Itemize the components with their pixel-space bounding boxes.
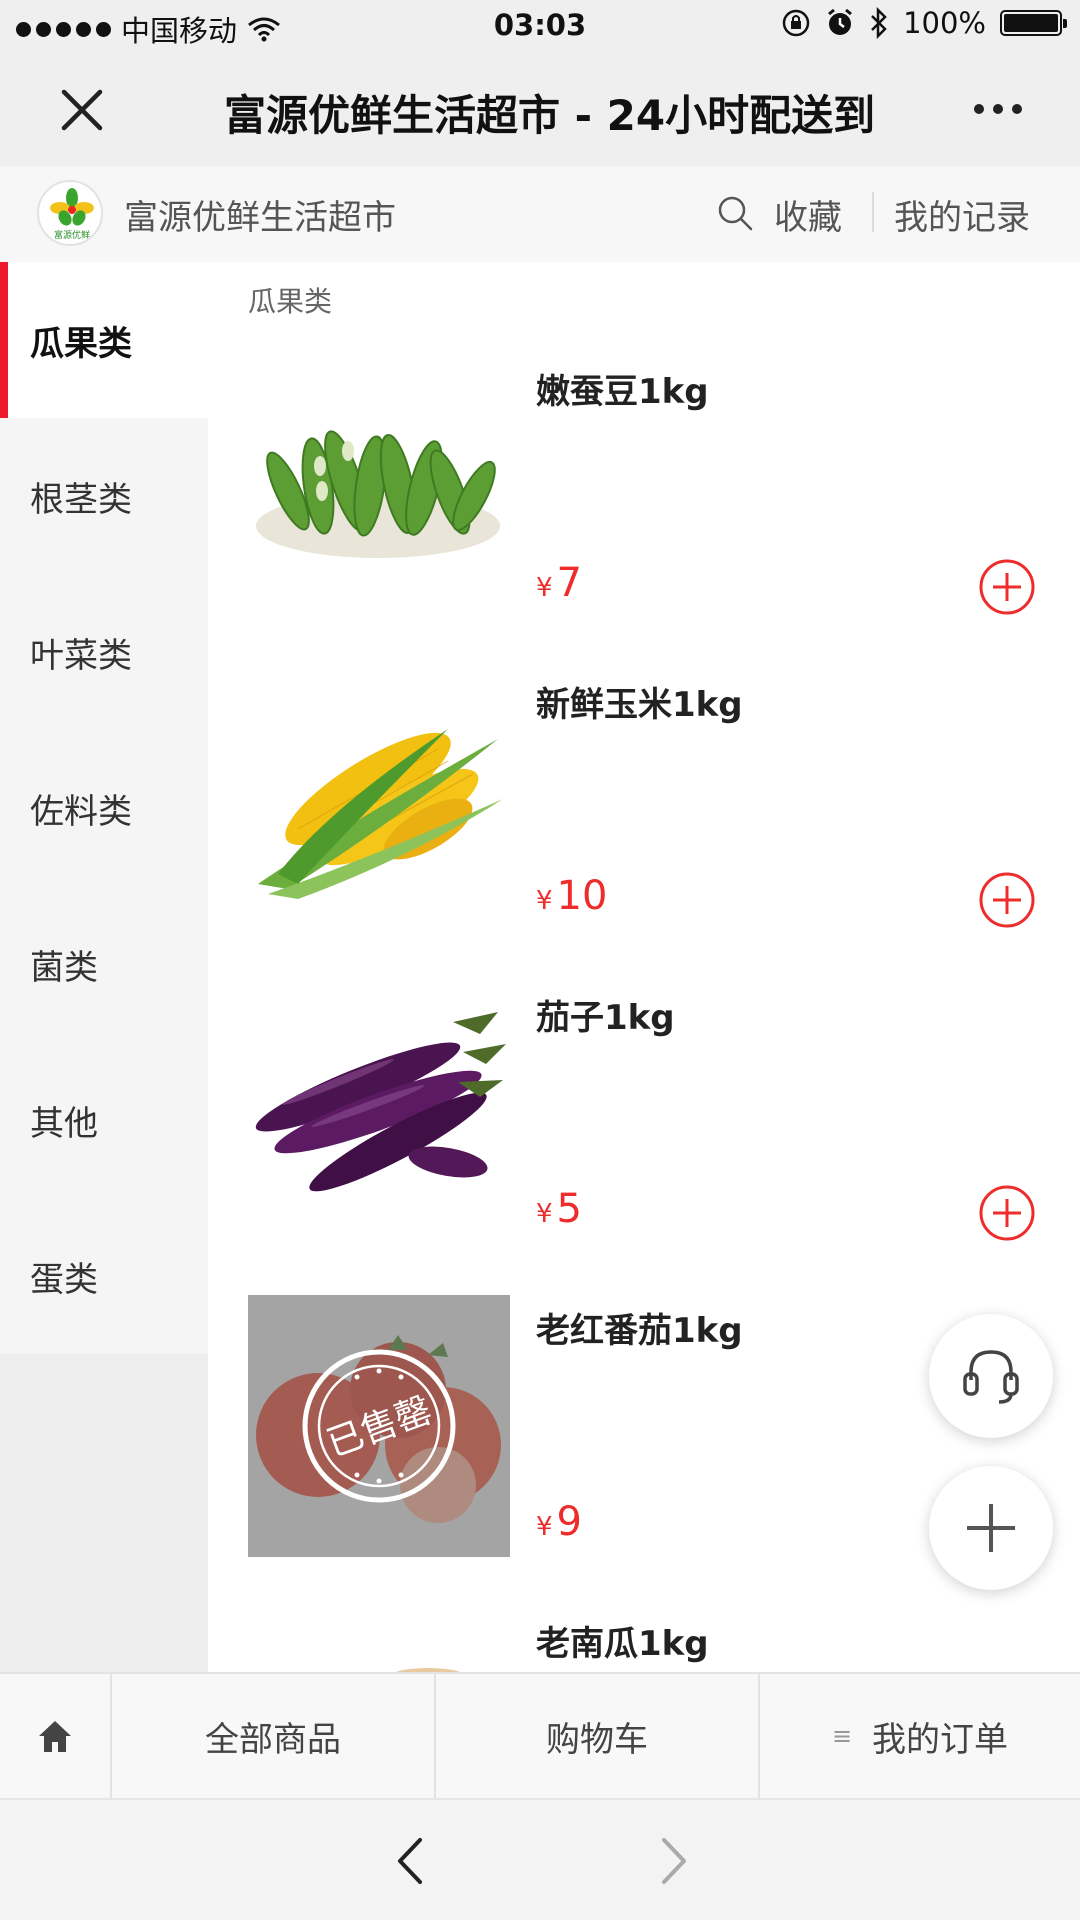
plus-icon (967, 1504, 1015, 1552)
category-item-junlei[interactable]: 菌类 (0, 886, 208, 1042)
pumpkin-image (248, 1608, 510, 1672)
currency-symbol: ¥ (536, 1199, 553, 1229)
add-to-cart-icon[interactable] (978, 1184, 1036, 1242)
sold-out-text: 已售罄 (322, 1390, 438, 1465)
tab-my-orders[interactable]: ≡ 我的订单 (760, 1674, 1080, 1798)
bluetooth-icon (871, 7, 887, 39)
currency-symbol: ¥ (536, 886, 553, 916)
product-card[interactable]: 嫩蚕豆1kg ¥7 (208, 356, 1080, 669)
add-to-cart-icon[interactable] (978, 871, 1036, 929)
home-icon (39, 1721, 71, 1752)
product-name: 茄子1kg (536, 998, 675, 1038)
orientation-lock-icon (782, 9, 810, 37)
browser-toolbar (0, 1798, 1080, 1920)
eggplant-image (248, 982, 510, 1244)
product-list: 瓜果类 嫩蚕豆1kg ¥7 新鲜玉米1kg ¥ 10 茄子1kg ¥ 5 已售罄… (208, 262, 1080, 1672)
header-divider (872, 192, 874, 232)
currency-symbol: ¥ (536, 1512, 553, 1542)
page-title: 富源优鲜生活超市 - 24小时配送到 (224, 91, 876, 140)
category-item-genjing[interactable]: 根茎类 (0, 418, 208, 574)
price-value: 9 (556, 1499, 582, 1545)
price-value: 5 (556, 1186, 582, 1232)
product-card[interactable]: 老南瓜1kg (208, 1608, 1080, 1672)
product-name: 新鲜玉米1kg (536, 685, 743, 725)
battery-percent: 100% (903, 6, 986, 40)
alarm-icon (828, 8, 853, 35)
back-arrow-icon[interactable] (392, 1836, 428, 1886)
product-name: 老红番茄1kg (536, 1311, 743, 1351)
tomato-image: 已售罄 (248, 1295, 510, 1557)
headset-icon (963, 1350, 1019, 1404)
shop-logo: 富源优鲜 (37, 180, 103, 246)
more-options-icon[interactable] (974, 104, 1022, 114)
status-right: 100% (781, 6, 1067, 40)
currency-symbol: ¥ (536, 573, 553, 603)
shop-header: 富源优鲜 富源优鲜生活超市 收藏 我的记录 (0, 166, 1080, 262)
flower-logo-icon: 富源优鲜 (50, 188, 94, 241)
tab-cart[interactable]: 购物车 (436, 1674, 760, 1798)
category-item-zuoliao[interactable]: 佐料类 (0, 730, 208, 886)
category-item-guaguo[interactable]: 瓜果类 (0, 262, 208, 418)
my-records-link[interactable]: 我的记录 (894, 190, 1030, 239)
section-title: 瓜果类 (248, 285, 333, 318)
category-item-danlei[interactable]: 蛋类 (0, 1198, 208, 1354)
close-icon[interactable] (56, 84, 108, 136)
customer-service-button[interactable] (929, 1314, 1053, 1438)
product-price: ¥5 (536, 1186, 582, 1232)
price-value: 7 (556, 560, 582, 606)
navigation-bar: 富源优鲜生活超市 - 24小时配送到 (0, 54, 1080, 166)
menu-icon: ≡ (831, 1722, 853, 1750)
forward-arrow-icon[interactable] (656, 1836, 692, 1886)
status-bar: 中国移动 03:03 100% (0, 0, 1080, 54)
bottom-tab-bar: 全部商品 购物车 ≡ 我的订单 (0, 1672, 1080, 1798)
product-price: ¥10 (536, 873, 607, 919)
product-price: ¥7 (536, 560, 582, 606)
price-value: 10 (556, 873, 608, 919)
battery-icon (1000, 10, 1067, 36)
logo-text: 富源优鲜 (54, 229, 90, 241)
add-to-cart-icon[interactable] (978, 558, 1036, 616)
product-card[interactable]: 茄子1kg ¥5 (208, 982, 1080, 1295)
product-card[interactable]: 新鲜玉米1kg ¥10 (208, 669, 1080, 982)
product-name: 老南瓜1kg (536, 1624, 709, 1664)
product-name: 嫩蚕豆1kg (536, 372, 709, 412)
corn-image (248, 669, 510, 931)
category-item-qita[interactable]: 其他 (0, 1042, 208, 1198)
category-sidebar: 瓜果类 根茎类 叶菜类 佐料类 菌类 其他 蛋类 (0, 262, 208, 1672)
shop-name: 富源优鲜生活超市 (124, 198, 396, 238)
favorite-link[interactable]: 收藏 (774, 190, 842, 239)
search-icon[interactable] (716, 194, 754, 232)
tab-home[interactable] (0, 1674, 112, 1798)
tab-all-products[interactable]: 全部商品 (112, 1674, 436, 1798)
tab-my-orders-label: 我的订单 (872, 1719, 1009, 1760)
broad-bean-image (248, 356, 510, 618)
product-price: ¥9 (536, 1499, 582, 1545)
floating-add-button[interactable] (929, 1466, 1053, 1590)
sold-out-stamp: 已售罄 (302, 1349, 456, 1503)
category-item-yecai[interactable]: 叶菜类 (0, 574, 208, 730)
